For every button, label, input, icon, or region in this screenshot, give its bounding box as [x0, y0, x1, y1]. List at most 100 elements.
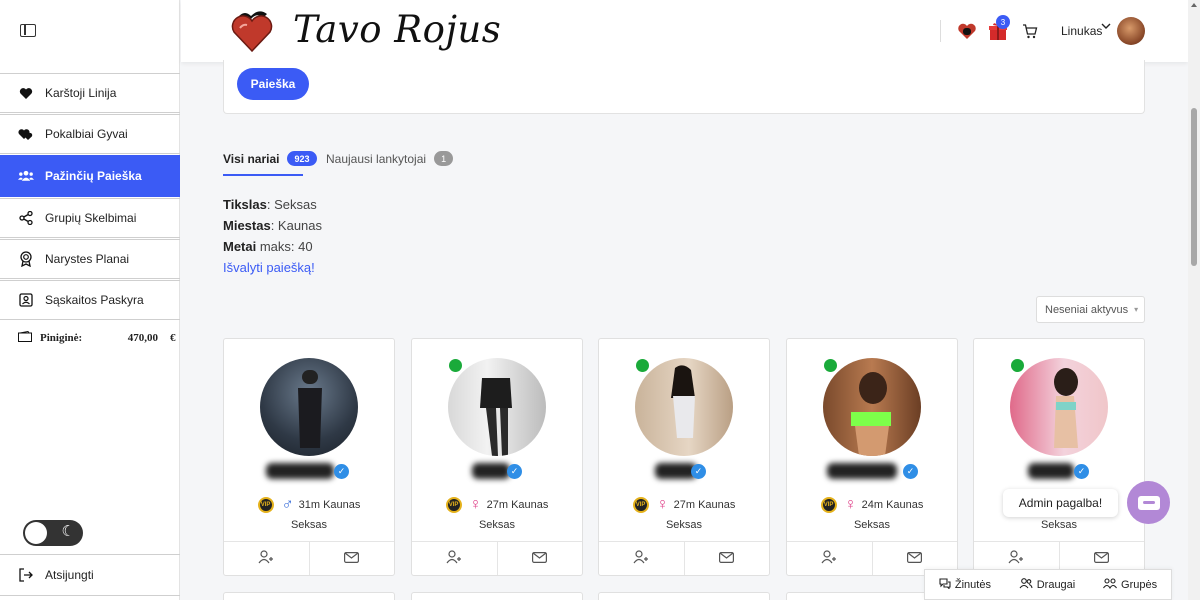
- verified-icon: ✓: [903, 464, 918, 479]
- dark-mode-toggle[interactable]: ☾: [23, 520, 83, 546]
- sidebar-item-pazinciu-paieska[interactable]: Pažinčių Paieška: [0, 155, 180, 197]
- member-photo[interactable]: [448, 358, 546, 456]
- member-info: 27m Kaunas: [486, 499, 549, 511]
- member-card[interactable]: [598, 592, 770, 600]
- add-friend-button[interactable]: [599, 542, 685, 575]
- member-card[interactable]: [411, 592, 583, 600]
- search-button[interactable]: Paieška: [237, 68, 309, 100]
- member-photo[interactable]: [1010, 358, 1108, 456]
- wallet-label: Piniginė:: [40, 332, 83, 344]
- groups-label: Grupės: [1121, 578, 1158, 591]
- member-name[interactable]: [266, 463, 334, 479]
- tab-label: Visi nariai: [223, 151, 280, 166]
- sidebar-item-saskaitos-paskyra[interactable]: Sąskaitos Paskyra: [0, 280, 180, 320]
- member-info: 27m Kaunas: [673, 499, 736, 511]
- gift-count-badge: 3: [996, 15, 1010, 29]
- logo-text[interactable]: Tavo Rojus: [293, 8, 501, 51]
- member-info: 24m Kaunas: [861, 499, 924, 511]
- filter-city: Miestas: Kaunas: [223, 218, 323, 233]
- add-user-icon: [633, 550, 649, 567]
- scroll-up-icon[interactable]: [1191, 3, 1197, 7]
- add-friend-button[interactable]: [412, 542, 498, 575]
- sidebar-item-narystes-planai[interactable]: Narystes Planai: [0, 239, 180, 279]
- cart-icon[interactable]: [1019, 20, 1041, 42]
- member-name[interactable]: [827, 463, 897, 479]
- sidebar-item-pokalbiai-gyvai[interactable]: Pokalbiai Gyvai: [0, 114, 180, 154]
- logo-heart-icon[interactable]: [229, 8, 275, 54]
- sidebar: Karštoji Linija Pokalbiai Gyvai Pažinčių…: [0, 0, 180, 600]
- add-friend-button[interactable]: [224, 542, 310, 575]
- member-photo[interactable]: [635, 358, 733, 456]
- member-goal: Seksas: [853, 519, 891, 531]
- chevron-down-icon[interactable]: [1101, 21, 1111, 33]
- award-icon: [18, 251, 34, 267]
- active-tab-indicator: [223, 174, 303, 176]
- tab-count-badge: 923: [287, 151, 317, 166]
- message-button[interactable]: [498, 542, 583, 575]
- add-friend-button[interactable]: [787, 542, 873, 575]
- tab-count-badge: 1: [434, 151, 454, 166]
- tab-all-members[interactable]: Visi nariai 923: [223, 151, 317, 166]
- boxing-heart-icon[interactable]: [956, 20, 978, 42]
- member-photo[interactable]: [260, 358, 358, 456]
- member-photo[interactable]: [823, 358, 921, 456]
- heart-icon: [18, 85, 34, 101]
- member-name[interactable]: [1028, 463, 1074, 479]
- mail-icon: [344, 551, 360, 566]
- card-actions: [412, 541, 582, 575]
- moon-icon: ☾: [61, 523, 75, 540]
- mail-icon: [1094, 551, 1110, 566]
- sort-dropdown[interactable]: Neseniai aktyvus ▾: [1036, 296, 1145, 323]
- scroll-thumb[interactable]: [1191, 108, 1197, 266]
- avatar[interactable]: [1117, 17, 1145, 45]
- sidebar-item-label: Grupių Skelbimai: [45, 211, 137, 225]
- clear-search-link[interactable]: Išvalyti paiešką!: [223, 257, 322, 278]
- add-user-icon: [446, 550, 462, 567]
- female-icon: ♀: [844, 496, 857, 513]
- member-card[interactable]: ✓ VIP ♀ 27m Kaunas Seksas: [598, 338, 770, 576]
- vip-badge-icon: VIP: [257, 497, 274, 513]
- mail-icon: [532, 551, 548, 566]
- page-scrollbar[interactable]: [1188, 0, 1200, 600]
- logout-button[interactable]: Atsijungti: [0, 554, 180, 596]
- tab-recent-visitors[interactable]: Naujausi lankytojai 1: [326, 151, 454, 166]
- verified-icon: ✓: [1074, 464, 1089, 479]
- hearts-icon: [18, 126, 34, 142]
- vip-badge-icon: VIP: [445, 497, 462, 513]
- mail-icon: [719, 551, 735, 566]
- member-card[interactable]: ✓ Seksas: [973, 338, 1145, 576]
- online-indicator: [824, 359, 837, 372]
- username[interactable]: Linukas: [1061, 24, 1102, 38]
- friends-tab[interactable]: Draugai: [1019, 577, 1075, 592]
- member-meta: VIP ♀ 27m Kaunas: [412, 496, 582, 514]
- sidebar-item-label: Sąskaitos Paskyra: [45, 293, 144, 307]
- admin-help-bubble[interactable]: Admin pagalba!: [1003, 489, 1118, 517]
- member-card[interactable]: ✓ VIP ♀ 27m Kaunas Seksas: [411, 338, 583, 576]
- chat-launcher-button[interactable]: [1127, 481, 1170, 524]
- online-indicator: [636, 359, 649, 372]
- sidebar-item-grupiu-skelbimai[interactable]: Grupių Skelbimai: [0, 198, 180, 238]
- message-button[interactable]: [685, 542, 770, 575]
- member-card[interactable]: [223, 592, 395, 600]
- member-name[interactable]: [472, 463, 510, 479]
- member-card[interactable]: ✓ VIP ♀ 24m Kaunas Seksas: [786, 338, 958, 576]
- messenger-bar: Žinutės Draugai Grupės: [924, 569, 1172, 600]
- member-card[interactable]: ✓ VIP ♂ 31m Kaunas Seksas: [223, 338, 395, 576]
- sidebar-item-karstoji-linija[interactable]: Karštoji Linija: [0, 73, 180, 113]
- messages-label: Žinutės: [954, 578, 991, 591]
- groups-tab[interactable]: Grupės: [1103, 577, 1158, 592]
- member-goal: Seksas: [1040, 519, 1078, 531]
- sidebar-nav: Karštoji Linija Pokalbiai Gyvai Pažinčių…: [0, 73, 180, 355]
- header-divider: [940, 20, 941, 42]
- filter-age: Metai maks: 40: [223, 239, 313, 254]
- tab-label: Naujausi lankytojai: [326, 151, 427, 166]
- sidebar-toggle-icon[interactable]: [20, 24, 36, 37]
- message-button[interactable]: [310, 542, 395, 575]
- sidebar-item-label: Pokalbiai Gyvai: [45, 127, 128, 141]
- member-goal: Seksas: [478, 519, 516, 531]
- sidebar-item-label: Pažinčių Paieška: [45, 169, 142, 183]
- member-meta: VIP ♂ 31m Kaunas: [224, 496, 394, 514]
- messages-tab[interactable]: Žinutės: [939, 577, 991, 592]
- online-indicator: [1011, 359, 1024, 372]
- verified-icon: ✓: [507, 464, 522, 479]
